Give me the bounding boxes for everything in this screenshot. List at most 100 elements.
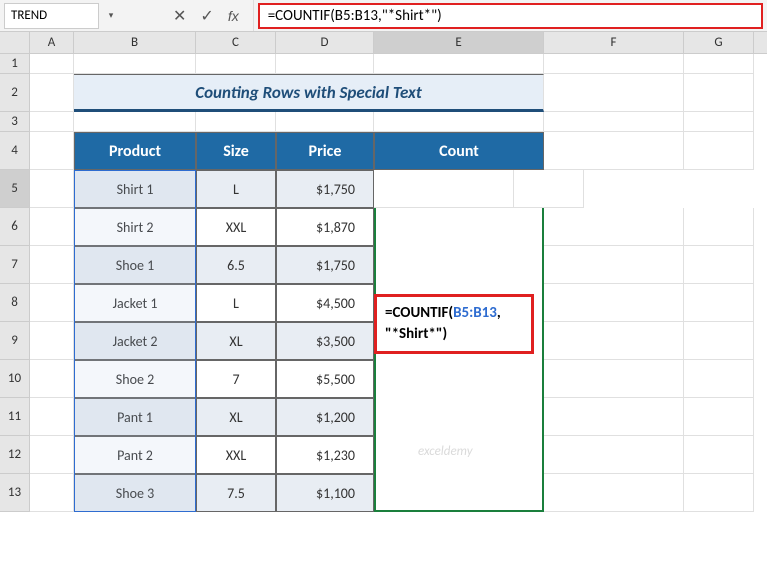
cell[interactable] xyxy=(276,54,374,74)
cell[interactable] xyxy=(544,112,684,132)
cell[interactable] xyxy=(30,284,74,322)
name-box[interactable]: TREND xyxy=(4,3,99,29)
data-size[interactable]: 7.5 xyxy=(196,474,276,512)
cell[interactable] xyxy=(684,132,754,170)
cell[interactable] xyxy=(30,132,74,170)
header-price[interactable]: Price xyxy=(276,132,374,170)
data-price[interactable]: $4,500 xyxy=(276,284,374,322)
cell[interactable] xyxy=(544,74,684,112)
data-product[interactable]: Jacket 1 xyxy=(74,284,196,322)
title-cell[interactable]: Counting Rows with Special Text xyxy=(74,74,544,112)
cell[interactable] xyxy=(544,132,684,170)
fx-icon[interactable]: fx xyxy=(228,8,239,24)
cell[interactable] xyxy=(684,112,754,132)
cell[interactable] xyxy=(74,54,196,74)
row-header-9[interactable]: 9 xyxy=(0,322,30,360)
cell[interactable] xyxy=(684,74,754,112)
cell[interactable] xyxy=(684,208,754,246)
cell[interactable] xyxy=(30,322,74,360)
data-product[interactable]: Shirt 2 xyxy=(74,208,196,246)
cancel-icon[interactable]: ✕ xyxy=(173,6,186,26)
cell[interactable] xyxy=(30,74,74,112)
cell[interactable] xyxy=(684,360,754,398)
cell[interactable] xyxy=(684,54,754,74)
cell[interactable] xyxy=(30,112,74,132)
data-price[interactable]: $1,870 xyxy=(276,208,374,246)
col-header-d[interactable]: D xyxy=(276,32,374,53)
cell[interactable] xyxy=(684,436,754,474)
row-header-13[interactable]: 13 xyxy=(0,474,30,512)
cell[interactable] xyxy=(30,246,74,284)
data-price[interactable]: $1,750 xyxy=(276,246,374,284)
col-header-f[interactable]: F xyxy=(544,32,684,53)
cell[interactable] xyxy=(30,170,74,208)
cell[interactable] xyxy=(30,474,74,512)
cell[interactable] xyxy=(544,54,684,74)
data-price[interactable]: $1,750 xyxy=(276,170,374,208)
data-size[interactable]: 7 xyxy=(196,360,276,398)
row-header-7[interactable]: 7 xyxy=(0,246,30,284)
row-header-6[interactable]: 6 xyxy=(0,208,30,246)
cell[interactable] xyxy=(74,112,196,132)
row-header-5[interactable]: 5 xyxy=(0,170,30,208)
cell[interactable] xyxy=(684,322,754,360)
formula-input[interactable]: =COUNTIF(B5:B13,"*Shirt*") xyxy=(258,3,763,29)
row-header-3[interactable]: 3 xyxy=(0,112,30,132)
cell[interactable] xyxy=(684,474,754,512)
cell[interactable] xyxy=(30,398,74,436)
data-price[interactable]: $1,200 xyxy=(276,398,374,436)
col-header-b[interactable]: B xyxy=(74,32,196,53)
cell[interactable] xyxy=(544,322,684,360)
row-header-1[interactable]: 1 xyxy=(0,54,30,74)
data-price[interactable]: $1,100 xyxy=(276,474,374,512)
header-count[interactable]: Count xyxy=(374,132,544,170)
row-header-4[interactable]: 4 xyxy=(0,132,30,170)
cell[interactable] xyxy=(30,54,74,74)
col-header-g[interactable]: G xyxy=(684,32,754,53)
data-product[interactable]: Shoe 2 xyxy=(74,360,196,398)
cell[interactable] xyxy=(684,246,754,284)
cell[interactable] xyxy=(30,208,74,246)
cell[interactable] xyxy=(544,208,684,246)
data-product[interactable]: Pant 1 xyxy=(74,398,196,436)
data-size[interactable]: L xyxy=(196,284,276,322)
data-size[interactable]: XL xyxy=(196,398,276,436)
cell[interactable] xyxy=(276,112,374,132)
row-header-11[interactable]: 11 xyxy=(0,398,30,436)
name-box-dropdown-icon[interactable]: ▾ xyxy=(103,10,119,21)
cell[interactable] xyxy=(544,398,684,436)
cell[interactable] xyxy=(30,436,74,474)
col-header-e[interactable]: E xyxy=(374,32,544,53)
cell[interactable] xyxy=(544,246,684,284)
cell[interactable] xyxy=(544,360,684,398)
cell[interactable] xyxy=(374,54,544,74)
data-size[interactable]: XXL xyxy=(196,208,276,246)
data-size[interactable]: XL xyxy=(196,322,276,360)
row-header-2[interactable]: 2 xyxy=(0,74,30,112)
data-price[interactable]: $1,230 xyxy=(276,436,374,474)
select-all-corner[interactable] xyxy=(0,32,30,53)
data-product[interactable]: Jacket 2 xyxy=(74,322,196,360)
data-size[interactable]: XXL xyxy=(196,436,276,474)
data-product[interactable]: Pant 2 xyxy=(74,436,196,474)
data-product[interactable]: Shoe 3 xyxy=(74,474,196,512)
row-header-12[interactable]: 12 xyxy=(0,436,30,474)
enter-icon[interactable]: ✓ xyxy=(200,6,213,26)
row-header-8[interactable]: 8 xyxy=(0,284,30,322)
cell[interactable] xyxy=(374,170,514,208)
header-size[interactable]: Size xyxy=(196,132,276,170)
data-product[interactable]: Shoe 1 xyxy=(74,246,196,284)
cell[interactable] xyxy=(196,112,276,132)
data-product[interactable]: Shirt 1 xyxy=(74,170,196,208)
cell[interactable] xyxy=(544,284,684,322)
cell[interactable] xyxy=(514,170,584,208)
cell[interactable] xyxy=(196,54,276,74)
col-header-c[interactable]: C xyxy=(196,32,276,53)
count-merged-cell[interactable]: exceldemy=COUNTIF(B5:B13,"*Shirt*") xyxy=(374,170,544,512)
col-header-a[interactable]: A xyxy=(30,32,74,53)
cell[interactable] xyxy=(30,360,74,398)
data-price[interactable]: $3,500 xyxy=(276,322,374,360)
cell[interactable] xyxy=(684,284,754,322)
header-product[interactable]: Product xyxy=(74,132,196,170)
data-size[interactable]: 6.5 xyxy=(196,246,276,284)
